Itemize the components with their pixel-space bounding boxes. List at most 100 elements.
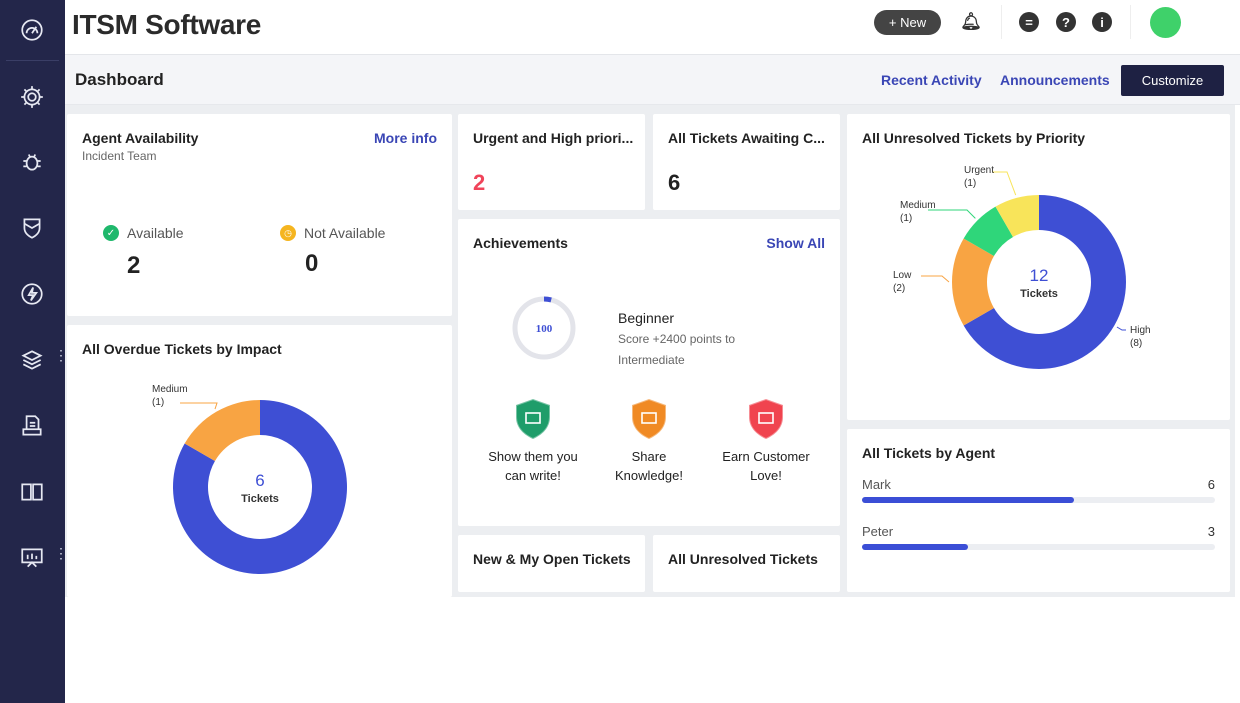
achievements-card: Achievements Show All 100 Beginner Score… bbox=[458, 219, 840, 526]
layers-icon[interactable] bbox=[17, 345, 47, 375]
level-desc-2: Intermediate bbox=[618, 353, 685, 367]
card-title: All Tickets by Agent bbox=[862, 445, 996, 461]
slice-value: (1) bbox=[900, 213, 912, 224]
badge-line-2: can write! bbox=[505, 468, 561, 483]
agent-name: Peter bbox=[862, 524, 894, 539]
bug-icon[interactable] bbox=[17, 146, 47, 176]
more-icon[interactable]: ⋮ bbox=[54, 348, 68, 362]
slice-label: Urgent bbox=[964, 165, 994, 176]
badge-love[interactable]: Earn Customer Love! bbox=[706, 397, 826, 485]
center-value: 6 bbox=[255, 471, 264, 490]
divider bbox=[1001, 5, 1002, 39]
info-icon[interactable]: i bbox=[1092, 12, 1112, 32]
new-open-tickets-card[interactable]: New & My Open Tickets bbox=[458, 535, 645, 592]
new-button[interactable]: + New bbox=[874, 10, 941, 35]
app-title: ITSM Software bbox=[72, 9, 262, 40]
document-tray-icon[interactable] bbox=[17, 411, 47, 441]
score-value: 100 bbox=[536, 323, 553, 335]
agent-bar[interactable] bbox=[862, 544, 968, 550]
agent-availability-card: Agent Availability Incident Team More in… bbox=[67, 114, 452, 316]
awaiting-card[interactable]: All Tickets Awaiting C... 6 bbox=[653, 114, 840, 210]
badge-line-1: Show them you bbox=[488, 449, 578, 464]
divider bbox=[6, 60, 59, 61]
help-icon[interactable]: ? bbox=[1056, 12, 1076, 32]
slice-label: High bbox=[1130, 325, 1151, 336]
agent-count: 6 bbox=[1207, 477, 1215, 492]
more-info-link[interactable]: More info bbox=[374, 130, 437, 146]
overdue-donut-chart: Medium (1) 6 Tickets bbox=[152, 384, 347, 574]
shield-icon[interactable] bbox=[17, 213, 47, 243]
badge-line-2: Knowledge! bbox=[615, 468, 683, 483]
card-title: Achievements bbox=[473, 235, 568, 251]
lightning-icon[interactable] bbox=[17, 279, 47, 309]
badge-knowledge[interactable]: Share Knowledge! bbox=[589, 397, 709, 485]
presentation-icon[interactable] bbox=[17, 543, 47, 573]
recent-activity-link[interactable]: Recent Activity bbox=[881, 72, 982, 88]
card-title: Urgent and High priori... bbox=[473, 130, 634, 146]
slice-value: (2) bbox=[893, 283, 905, 294]
gear-icon[interactable] bbox=[17, 82, 47, 112]
all-unresolved-card[interactable]: All Unresolved Tickets bbox=[653, 535, 840, 592]
leader-line bbox=[180, 402, 218, 410]
leader-line bbox=[921, 275, 950, 283]
card-title: All Tickets Awaiting C... bbox=[668, 130, 825, 146]
overdue-impact-card: All Overdue Tickets by Impact Medium (1) 6… bbox=[67, 325, 452, 597]
slice-value: (1) bbox=[964, 178, 976, 189]
book-icon[interactable] bbox=[17, 477, 47, 507]
not-available-count: 0 bbox=[305, 250, 319, 277]
shield-badge-icon bbox=[631, 397, 667, 441]
badge-line-2: Love! bbox=[750, 468, 782, 483]
dashboard-bar: Dashboard Recent Activity Announcements … bbox=[65, 55, 1240, 105]
slice-label: Low bbox=[893, 270, 912, 281]
card-subtitle: Incident Team bbox=[82, 149, 157, 163]
agent-bar-track bbox=[862, 497, 1215, 503]
priority-card: All Unresolved Tickets by Priority High(… bbox=[847, 114, 1230, 420]
agent-count: 3 bbox=[1207, 524, 1215, 539]
shield-badge-icon bbox=[515, 397, 551, 441]
badge-write[interactable]: Show them you can write! bbox=[473, 397, 593, 485]
awaiting-count: 6 bbox=[668, 170, 681, 195]
dashboard-content: Agent Availability Incident Team More in… bbox=[65, 105, 1235, 597]
show-all-link[interactable]: Show All bbox=[766, 235, 825, 251]
level-desc: Score +2400 points to bbox=[618, 332, 736, 346]
chat-icon[interactable]: = bbox=[1019, 12, 1039, 32]
slice-label: Medium bbox=[900, 200, 936, 211]
center-label: Tickets bbox=[241, 493, 279, 505]
top-header: ITSM Software + New 🔔︎ = ? i bbox=[65, 0, 1240, 55]
clock-icon: ◷ bbox=[280, 225, 296, 241]
urgent-count: 2 bbox=[473, 170, 486, 195]
not-available-label: Not Available bbox=[304, 225, 386, 241]
slice-value: (8) bbox=[1130, 338, 1142, 349]
score-ring: 100 bbox=[512, 296, 576, 360]
priority-donut-chart: High (8) Low (2) Medium (1) Urgent (1) 12 Tickets bbox=[893, 165, 1151, 369]
agent-name: Mark bbox=[862, 477, 891, 492]
card-title: New & My Open Tickets bbox=[473, 551, 631, 567]
available-label: Available bbox=[127, 225, 184, 241]
urgent-high-card[interactable]: Urgent and High priori... 2 bbox=[458, 114, 645, 210]
leader-line bbox=[928, 209, 976, 219]
level-label: Beginner bbox=[618, 310, 675, 326]
available-count: 2 bbox=[127, 252, 141, 279]
dashboard-gauge-icon[interactable] bbox=[17, 15, 47, 45]
badge-line-1: Share bbox=[631, 449, 667, 464]
slice-label: Medium bbox=[152, 384, 188, 395]
avatar[interactable] bbox=[1150, 7, 1181, 38]
customize-button[interactable]: Customize bbox=[1121, 65, 1224, 96]
sidebar: ⋮ ⋮ bbox=[0, 0, 68, 703]
announcements-link[interactable]: Announcements bbox=[1000, 72, 1110, 88]
leader-line bbox=[992, 171, 1017, 196]
center-label: Tickets bbox=[1020, 288, 1058, 300]
page-title: Dashboard bbox=[75, 70, 164, 89]
check-icon: ✓ bbox=[103, 225, 119, 241]
agent-bar[interactable] bbox=[862, 497, 1074, 503]
card-title: All Unresolved Tickets bbox=[668, 551, 818, 567]
card-title: Agent Availability bbox=[82, 130, 199, 146]
leader-line bbox=[1116, 326, 1126, 331]
more-icon[interactable]: ⋮ bbox=[54, 546, 68, 560]
agent-bar-track bbox=[862, 544, 1215, 550]
shield-badge-icon bbox=[748, 397, 784, 441]
badge-line-1: Earn Customer bbox=[722, 449, 810, 464]
bell-icon[interactable]: 🔔︎ bbox=[960, 12, 982, 32]
slice-value: (1) bbox=[152, 397, 164, 408]
tickets-by-agent-card: All Tickets by Agent Mark 6 Peter 3 bbox=[847, 429, 1230, 592]
